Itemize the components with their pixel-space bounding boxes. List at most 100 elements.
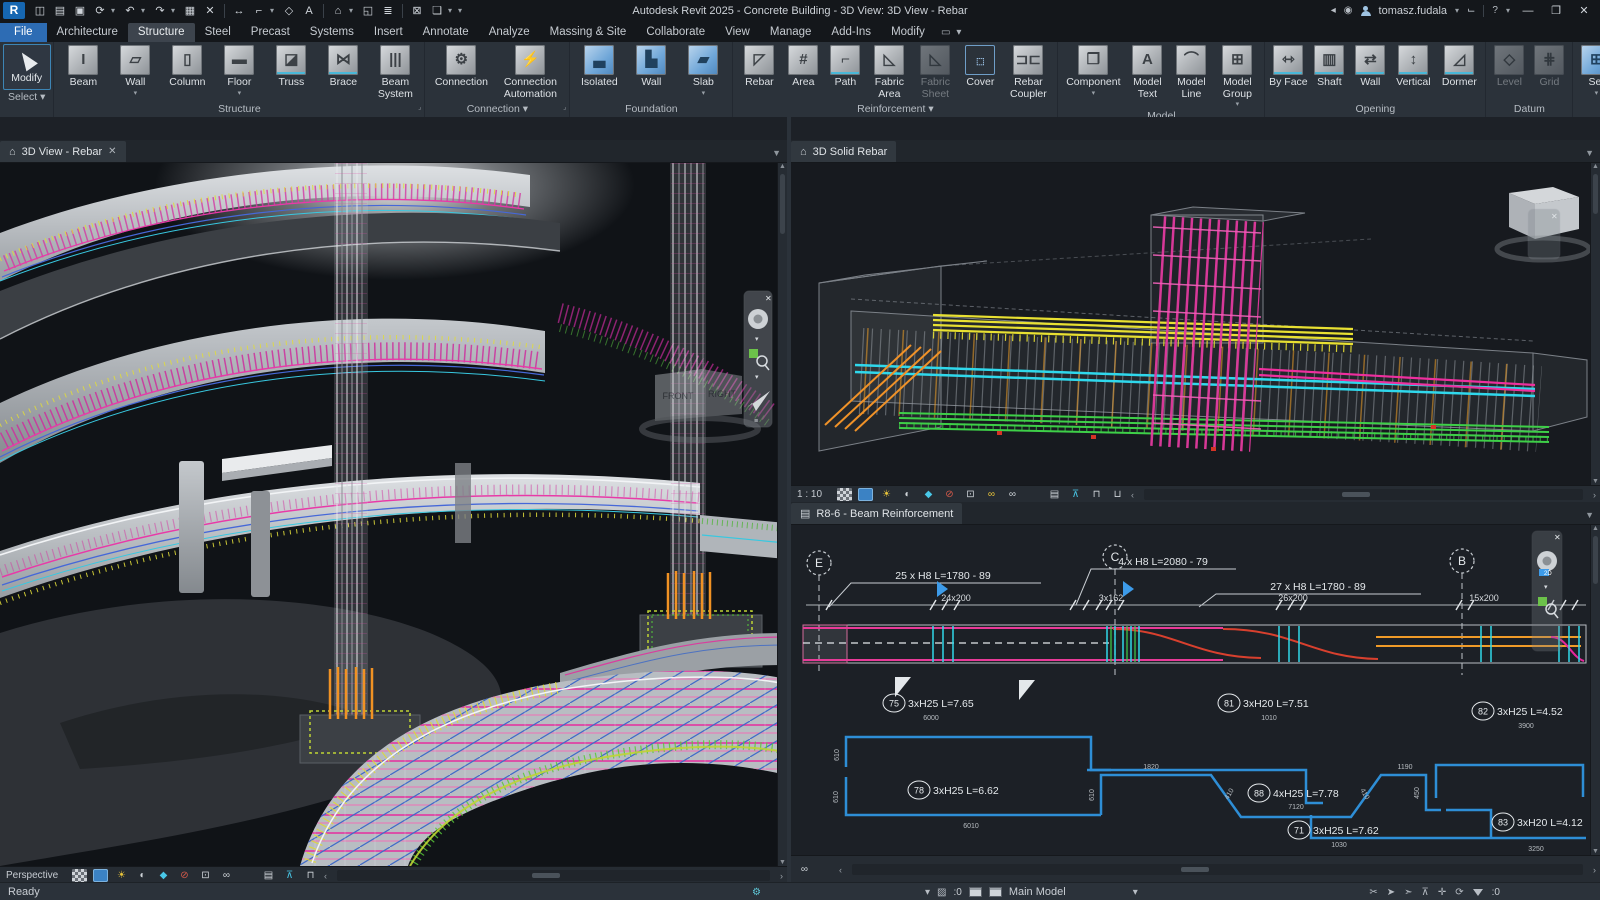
close-hidden-icon[interactable]: ✕ (201, 3, 219, 19)
scroll-down-icon[interactable]: ▼ (1592, 478, 1599, 485)
section-icon[interactable]: ◱ (359, 3, 377, 19)
tab-modify[interactable]: Modify (881, 23, 935, 42)
brace-button[interactable]: ⋈ Brace (317, 44, 369, 89)
switch-windows-icon[interactable]: ❏ (428, 3, 446, 19)
scroll-left-icon[interactable]: ‹ (839, 865, 842, 875)
detail-level-icon[interactable] (72, 869, 87, 882)
close-view-icon[interactable]: ✕ (108, 146, 116, 157)
active-workset[interactable]: Main Model (1009, 886, 1066, 898)
tab-insert[interactable]: Insert (364, 23, 413, 42)
connection-automation-button[interactable]: ⚡ Connection Automation (494, 44, 566, 100)
model-text-button[interactable]: A Model Text (1125, 44, 1169, 100)
model-group-button[interactable]: ⊞ Model Group ▾ (1213, 44, 1261, 109)
shadows-icon[interactable]: ◐ (900, 488, 915, 501)
shaft-button[interactable]: ▥ Shaft (1308, 44, 1350, 89)
minimize-button[interactable]: — (1518, 5, 1538, 17)
shadows-icon[interactable]: ◐ (135, 869, 150, 882)
tab-view[interactable]: View (715, 23, 760, 42)
right-bottom-vertical-scrollbar[interactable]: ▲ ▼ (1590, 525, 1600, 855)
right-top-navigation-bar[interactable]: ✕ (1527, 208, 1561, 260)
show-crop-icon[interactable]: ⊡ (198, 869, 213, 882)
sun-path-icon[interactable]: ☀ (879, 488, 894, 501)
slab-button[interactable]: ▰ Slab ▾ (677, 44, 729, 97)
left-vertical-scrollbar[interactable]: ▲ ▼ (777, 163, 787, 866)
design-options-dropdown[interactable]: ▾ (925, 887, 930, 898)
reinforcement-panel-label[interactable]: Reinforcement ▾ (733, 102, 1057, 117)
tab-manage[interactable]: Manage (760, 23, 822, 42)
workset-dialog-icon[interactable] (988, 887, 1002, 897)
render-icon[interactable]: ◆ (156, 869, 171, 882)
worksets-icon[interactable] (968, 887, 982, 897)
reveal-hidden-elements-icon[interactable] (818, 863, 833, 876)
path-reinforcement-button[interactable]: ⌐ Path (824, 44, 866, 89)
scroll-right-icon[interactable]: › (1593, 865, 1600, 875)
text-icon[interactable]: A (300, 3, 318, 19)
rebar-coupler-button[interactable]: ⊐⊏ Rebar Coupler (1002, 44, 1054, 100)
scroll-right-icon[interactable]: › (1593, 490, 1600, 500)
reveal-hidden-elements-icon[interactable] (240, 869, 255, 882)
rebar-button[interactable]: ◸ Rebar (736, 44, 782, 89)
sun-path-icon[interactable]: ☀ (114, 869, 129, 882)
search-icon[interactable]: ◉ (1344, 5, 1353, 16)
tab-collaborate[interactable]: Collaborate (636, 23, 715, 42)
scroll-left-icon[interactable]: ‹ (1131, 490, 1134, 500)
component-button[interactable]: ❒ Component ▾ (1061, 44, 1125, 97)
aligned-dimension-icon[interactable]: ⌐ (250, 3, 268, 19)
tab-systems[interactable]: Systems (300, 23, 364, 42)
right-bottom-navigation-bar[interactable]: ✕ 2D ▾ (1531, 530, 1563, 652)
scale-button[interactable]: 1 : 10 (797, 489, 831, 500)
tab-massing-site[interactable]: Massing & Site (540, 23, 637, 42)
temporary-hide-isolate-icon[interactable]: ∞ (984, 488, 999, 501)
left-horizontal-scrollbar[interactable] (337, 870, 770, 881)
tab-add-ins[interactable]: Add-Ins (821, 23, 881, 42)
switch-windows-dropdown[interactable]: ▾ (448, 6, 456, 15)
user-dropdown[interactable]: ▾ (1455, 6, 1459, 15)
connection-button[interactable]: ⚙ Connection (428, 44, 494, 89)
tag-icon[interactable]: ◇ (280, 3, 298, 19)
dormer-button[interactable]: ◿ Dormer (1436, 44, 1482, 89)
view-tab-list-dropdown[interactable]: ▼ (1579, 148, 1600, 162)
open-icon[interactable]: ▤ (51, 3, 69, 19)
worksharing-status-icon[interactable]: ⚙ (752, 887, 761, 898)
wall-foundation-button[interactable]: ▙ Wall (625, 44, 677, 89)
datum-panel-label[interactable]: Datum (1486, 102, 1572, 117)
dimension-dropdown[interactable]: ▾ (270, 6, 278, 15)
temporary-view-properties-icon[interactable]: ▤ (261, 869, 276, 882)
isolated-button[interactable]: ▃ Isolated (573, 44, 625, 89)
drag-on-selection-icon[interactable]: ⟳ (1455, 887, 1463, 898)
by-face-button[interactable]: ⇿ By Face (1268, 44, 1308, 89)
left-3d-canvas[interactable]: FRONT RIGHT ✕ ▾ ▾ ≡ ▲ ▼ (0, 90, 787, 867)
redo-icon[interactable]: ↷ (151, 3, 169, 19)
truss-button[interactable]: ◪ Truss (265, 44, 317, 89)
visual-style-icon[interactable] (858, 488, 873, 501)
right-top-vertical-scrollbar[interactable]: ▲ ▼ (1590, 163, 1600, 485)
filter-icon[interactable] (1472, 888, 1483, 896)
active-design-option-icon[interactable]: ▨ (937, 887, 946, 898)
right-top-horizontal-scrollbar[interactable] (1144, 489, 1583, 500)
select-by-face-icon[interactable]: ✛ (1438, 887, 1446, 898)
perspective-scale-button[interactable]: Perspective (6, 870, 66, 881)
model-line-button[interactable]: ⌒ Model Line (1169, 44, 1213, 100)
3d-view-dropdown[interactable]: ▾ (349, 6, 357, 15)
undo-icon[interactable]: ↶ (121, 3, 139, 19)
views-icon[interactable]: ◫ (31, 3, 49, 19)
right-bottom-horizontal-scrollbar[interactable] (852, 864, 1583, 875)
thin-lines-icon[interactable]: ≣ (379, 3, 397, 19)
scroll-down-icon[interactable]: ▼ (779, 859, 786, 866)
tab-precast[interactable]: Precast (241, 23, 300, 42)
select-pinned-icon[interactable]: ⊼ (1422, 887, 1429, 898)
help-dropdown[interactable]: ▾ (1506, 6, 1510, 15)
reveal-constraints-icon[interactable]: ⊔ (1110, 488, 1125, 501)
tab-annotate[interactable]: Annotate (413, 23, 479, 42)
tab-file[interactable]: File (0, 23, 47, 42)
sync-dropdown[interactable]: ▾ (111, 6, 119, 15)
select-underlay-icon[interactable]: ➣ (1404, 887, 1412, 898)
workset-dropdown[interactable]: ▾ (1133, 887, 1138, 898)
select-links-icon[interactable]: ➤ (1387, 887, 1395, 898)
set-work-plane-button[interactable]: ⊞Set▾ (1576, 44, 1600, 97)
show-crop-icon[interactable]: ⊡ (963, 488, 978, 501)
collapse-icon[interactable]: ◂ (1331, 5, 1336, 16)
floor-button[interactable]: ▬ Floor ▾ (213, 44, 265, 97)
editable-only-icon[interactable]: ✂ (1369, 887, 1377, 898)
tab-architecture[interactable]: Architecture (47, 23, 128, 42)
